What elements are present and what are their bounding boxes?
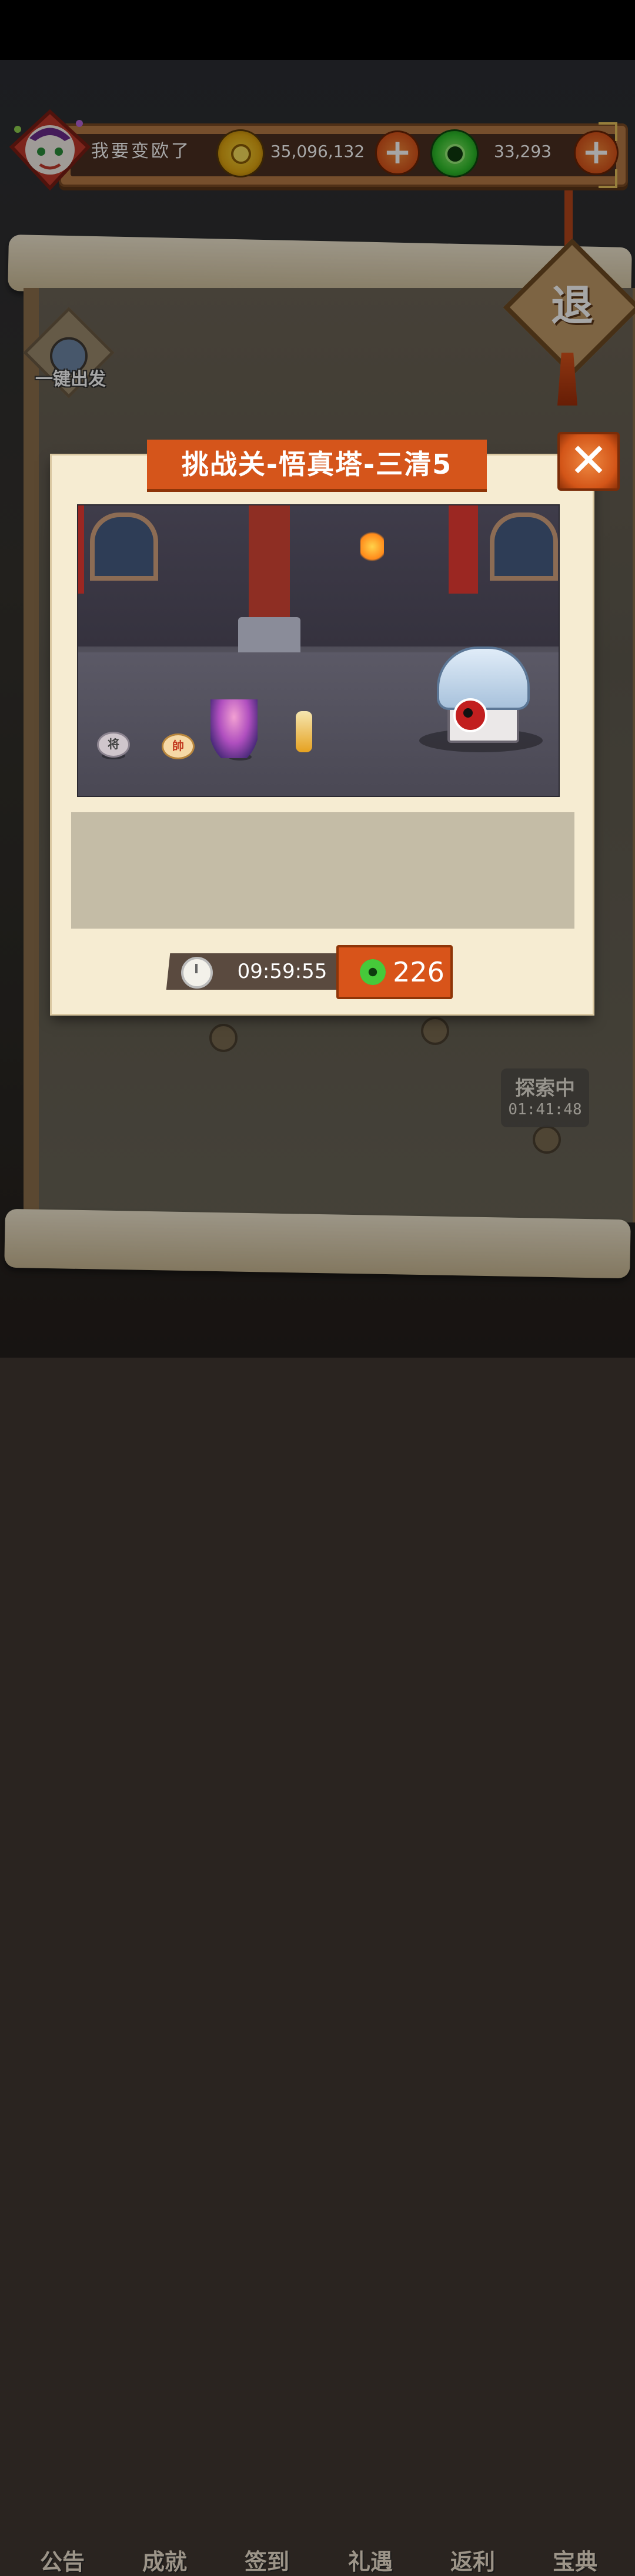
challenge-cost: 226 — [393, 956, 444, 988]
potion-icon — [296, 711, 312, 752]
dialog-title: 挑战关-悟真塔-三清5 — [147, 440, 487, 492]
battle-scene-preview: 将 帥 — [77, 504, 560, 797]
status-bar — [0, 0, 635, 60]
pillar — [249, 505, 290, 617]
challenge-timer: 09:59:55 — [237, 960, 327, 983]
description-box — [71, 812, 574, 929]
nav-gift[interactable]: 礼遇 — [329, 2544, 412, 2576]
hero-character — [210, 699, 258, 758]
nav-announcement[interactable]: 公告 — [21, 2544, 103, 2576]
chess-piece-general: 将 — [97, 732, 130, 758]
nav-achievement[interactable]: 成就 — [123, 2544, 206, 2576]
close-button[interactable]: ✕ — [557, 432, 620, 491]
nav-checkin[interactable]: 签到 — [226, 2544, 308, 2576]
nav-rebate[interactable]: 返利 — [432, 2544, 514, 2576]
close-icon: ✕ — [569, 433, 609, 488]
nav-guide[interactable]: 宝典 — [534, 2544, 616, 2576]
chess-piece-marshal: 帥 — [162, 733, 195, 759]
jade-coin-icon — [360, 959, 386, 985]
mushroom-monster — [437, 646, 530, 743]
stopwatch-icon — [181, 957, 213, 989]
challenge-button[interactable]: 226 — [336, 945, 453, 999]
torch-icon — [360, 529, 384, 564]
